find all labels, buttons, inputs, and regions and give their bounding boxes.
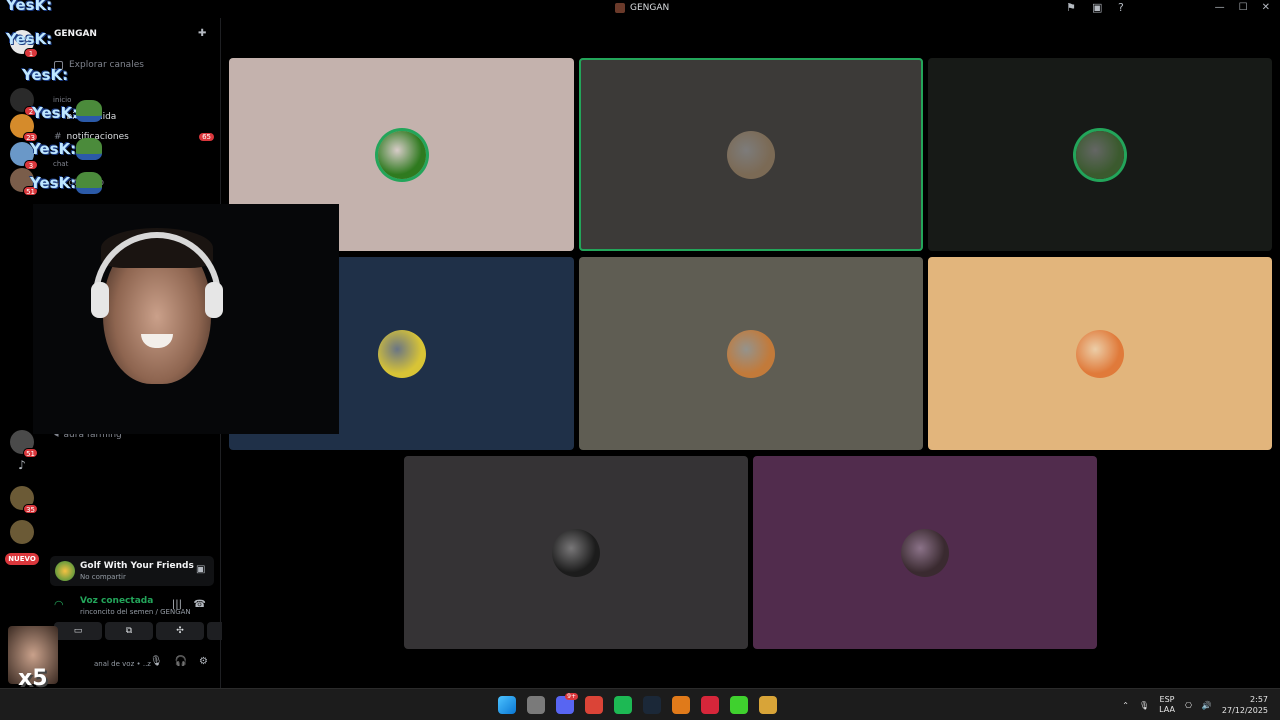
signal-icon[interactable]: ◠ bbox=[54, 598, 68, 612]
discord-icon[interactable]: 9+ bbox=[556, 693, 578, 714]
frog-emote bbox=[76, 172, 102, 194]
window-controls: — ☐ ✕ bbox=[1215, 2, 1270, 13]
server-icon[interactable]: 51 bbox=[10, 430, 38, 458]
language-code: ESP bbox=[1159, 695, 1175, 704]
participant-avatar bbox=[901, 528, 949, 577]
flag-icon[interactable]: ⚑ bbox=[1066, 2, 1078, 14]
help-icon[interactable]: ? bbox=[1118, 2, 1130, 14]
taskbar-apps: 9+ bbox=[498, 693, 777, 714]
activity-panel[interactable]: Golf With Your Friends No compartir ▣ bbox=[50, 556, 214, 586]
camera-button[interactable]: ▭ bbox=[54, 622, 102, 640]
chrome-alt-icon[interactable] bbox=[527, 696, 545, 714]
emote-text: YesK: bbox=[6, 30, 53, 48]
volume-icon[interactable]: 🔊 bbox=[1202, 701, 1212, 710]
golf-icon[interactable] bbox=[759, 696, 777, 714]
steam-icon[interactable] bbox=[643, 696, 661, 714]
participant-tile[interactable] bbox=[404, 456, 748, 649]
participant-tile[interactable] bbox=[928, 257, 1272, 450]
microphone-icon[interactable]: 🎙 bbox=[150, 656, 163, 667]
start-icon[interactable] bbox=[498, 696, 516, 714]
fl-studio-icon[interactable] bbox=[672, 696, 690, 714]
minimize-icon[interactable]: — bbox=[1215, 2, 1225, 13]
participant-avatar bbox=[377, 130, 426, 179]
emote-text: YesK: bbox=[6, 0, 53, 14]
emote-text: YesK: bbox=[22, 66, 69, 84]
system-tray: ⌃ 🎙 ESP LAA ⎔ 🔊 2:57 27/12/2025 bbox=[1122, 694, 1268, 716]
guild-header[interactable]: GENGAN ✚ bbox=[54, 27, 210, 41]
participant-tile[interactable] bbox=[579, 58, 923, 251]
frog-emote bbox=[76, 100, 102, 122]
emote-text: YesK: bbox=[30, 140, 77, 158]
clock-date: 27/12/2025 bbox=[1221, 706, 1268, 715]
server-icon bbox=[615, 3, 625, 13]
discord-window: GENGAN ⚑ ▣ ? — ☐ ✕ 1 2 23 3 51 51 ♪ 35 N… bbox=[0, 0, 1280, 720]
headphone-cup bbox=[91, 282, 109, 318]
emote-text: YesK: bbox=[32, 104, 79, 122]
new-badge: NUEVO bbox=[5, 553, 39, 565]
user-controls: 🎙 🎧 ⚙ bbox=[150, 656, 208, 667]
user-status: anal de voz • ..z bbox=[94, 660, 151, 668]
opera-icon[interactable] bbox=[701, 696, 719, 714]
mention-count: 65 bbox=[199, 133, 214, 141]
network-icon[interactable]: ⎔ bbox=[1185, 701, 1192, 710]
server-icon[interactable]: 35 bbox=[10, 486, 38, 514]
guild-name: GENGAN bbox=[54, 29, 97, 39]
participant-avatar bbox=[377, 329, 426, 378]
server-icon[interactable] bbox=[10, 520, 34, 544]
participant-tile[interactable] bbox=[753, 456, 1097, 649]
music-note-icon[interactable]: ♪ bbox=[10, 458, 34, 482]
frog-emote bbox=[76, 138, 102, 160]
add-member-icon[interactable]: ✚ bbox=[198, 28, 210, 40]
headphones-icon[interactable]: 🎧 bbox=[175, 656, 187, 667]
participant-avatar bbox=[727, 130, 775, 179]
category-inicio[interactable]: inicio bbox=[53, 96, 71, 104]
title-bar: GENGAN ⚑ ▣ ? — ☐ ✕ bbox=[0, 0, 1280, 18]
chrome-icon[interactable] bbox=[585, 696, 603, 714]
voice-stage bbox=[222, 18, 1280, 688]
explore-label: Explorar canales bbox=[69, 60, 144, 70]
participant-avatar bbox=[727, 329, 775, 378]
maximize-icon[interactable]: ☐ bbox=[1239, 2, 1248, 13]
activity-sub: No compartir bbox=[80, 573, 126, 581]
server-icon[interactable]: 23 bbox=[10, 114, 38, 142]
spotify-icon[interactable] bbox=[614, 696, 632, 714]
activities-button[interactable]: ✣ bbox=[156, 622, 204, 640]
participant-avatar bbox=[1076, 329, 1124, 378]
participant-tile[interactable] bbox=[928, 58, 1272, 251]
settings-icon[interactable]: ⚙ bbox=[199, 656, 208, 667]
window-title-text: GENGAN bbox=[630, 3, 670, 13]
window-title: GENGAN bbox=[615, 3, 669, 13]
share-screen-button[interactable]: ⧉ bbox=[105, 622, 153, 640]
game-icon bbox=[55, 561, 75, 581]
taskbar: 9+ ⌃ 🎙 ESP LAA ⎔ 🔊 2:57 27/12/2025 bbox=[0, 688, 1280, 720]
category-chat[interactable]: chat bbox=[53, 160, 68, 168]
headphone-cup bbox=[205, 282, 223, 318]
screen-share-icon[interactable]: ▣ bbox=[196, 564, 208, 576]
participant-avatar bbox=[552, 528, 600, 577]
voice-status[interactable]: Voz conectada bbox=[80, 596, 153, 606]
kick-icon[interactable] bbox=[730, 696, 748, 714]
clock[interactable]: 2:57 27/12/2025 bbox=[1222, 694, 1268, 716]
close-icon[interactable]: ✕ bbox=[1262, 2, 1270, 13]
language-indicator[interactable]: ESP LAA bbox=[1159, 695, 1175, 715]
clock-time: 2:57 bbox=[1250, 695, 1268, 704]
keyboard-layout: LAA bbox=[1159, 705, 1175, 714]
microphone-icon[interactable]: 🎙 bbox=[1139, 701, 1149, 710]
activity-name: Golf With Your Friends bbox=[80, 561, 194, 571]
user-panel: anal de voz • ..z 🎙 🎧 ⚙ bbox=[50, 646, 214, 680]
notification-badge: 9+ bbox=[565, 693, 578, 700]
disconnect-icon[interactable]: ☎ bbox=[194, 599, 206, 610]
streamer-webcam bbox=[33, 204, 339, 434]
noise-suppression-icon[interactable]: ||| bbox=[172, 599, 182, 610]
server-icon[interactable]: 2 bbox=[10, 88, 38, 116]
emote-text: YesK: bbox=[30, 174, 77, 192]
title-bar-tools: ⚑ ▣ ? bbox=[1066, 2, 1130, 14]
participant-avatar bbox=[1076, 130, 1124, 179]
chevron-up-icon[interactable]: ⌃ bbox=[1122, 701, 1129, 710]
inbox-icon[interactable]: ▣ bbox=[1092, 2, 1104, 14]
participant-tile[interactable] bbox=[579, 257, 923, 450]
